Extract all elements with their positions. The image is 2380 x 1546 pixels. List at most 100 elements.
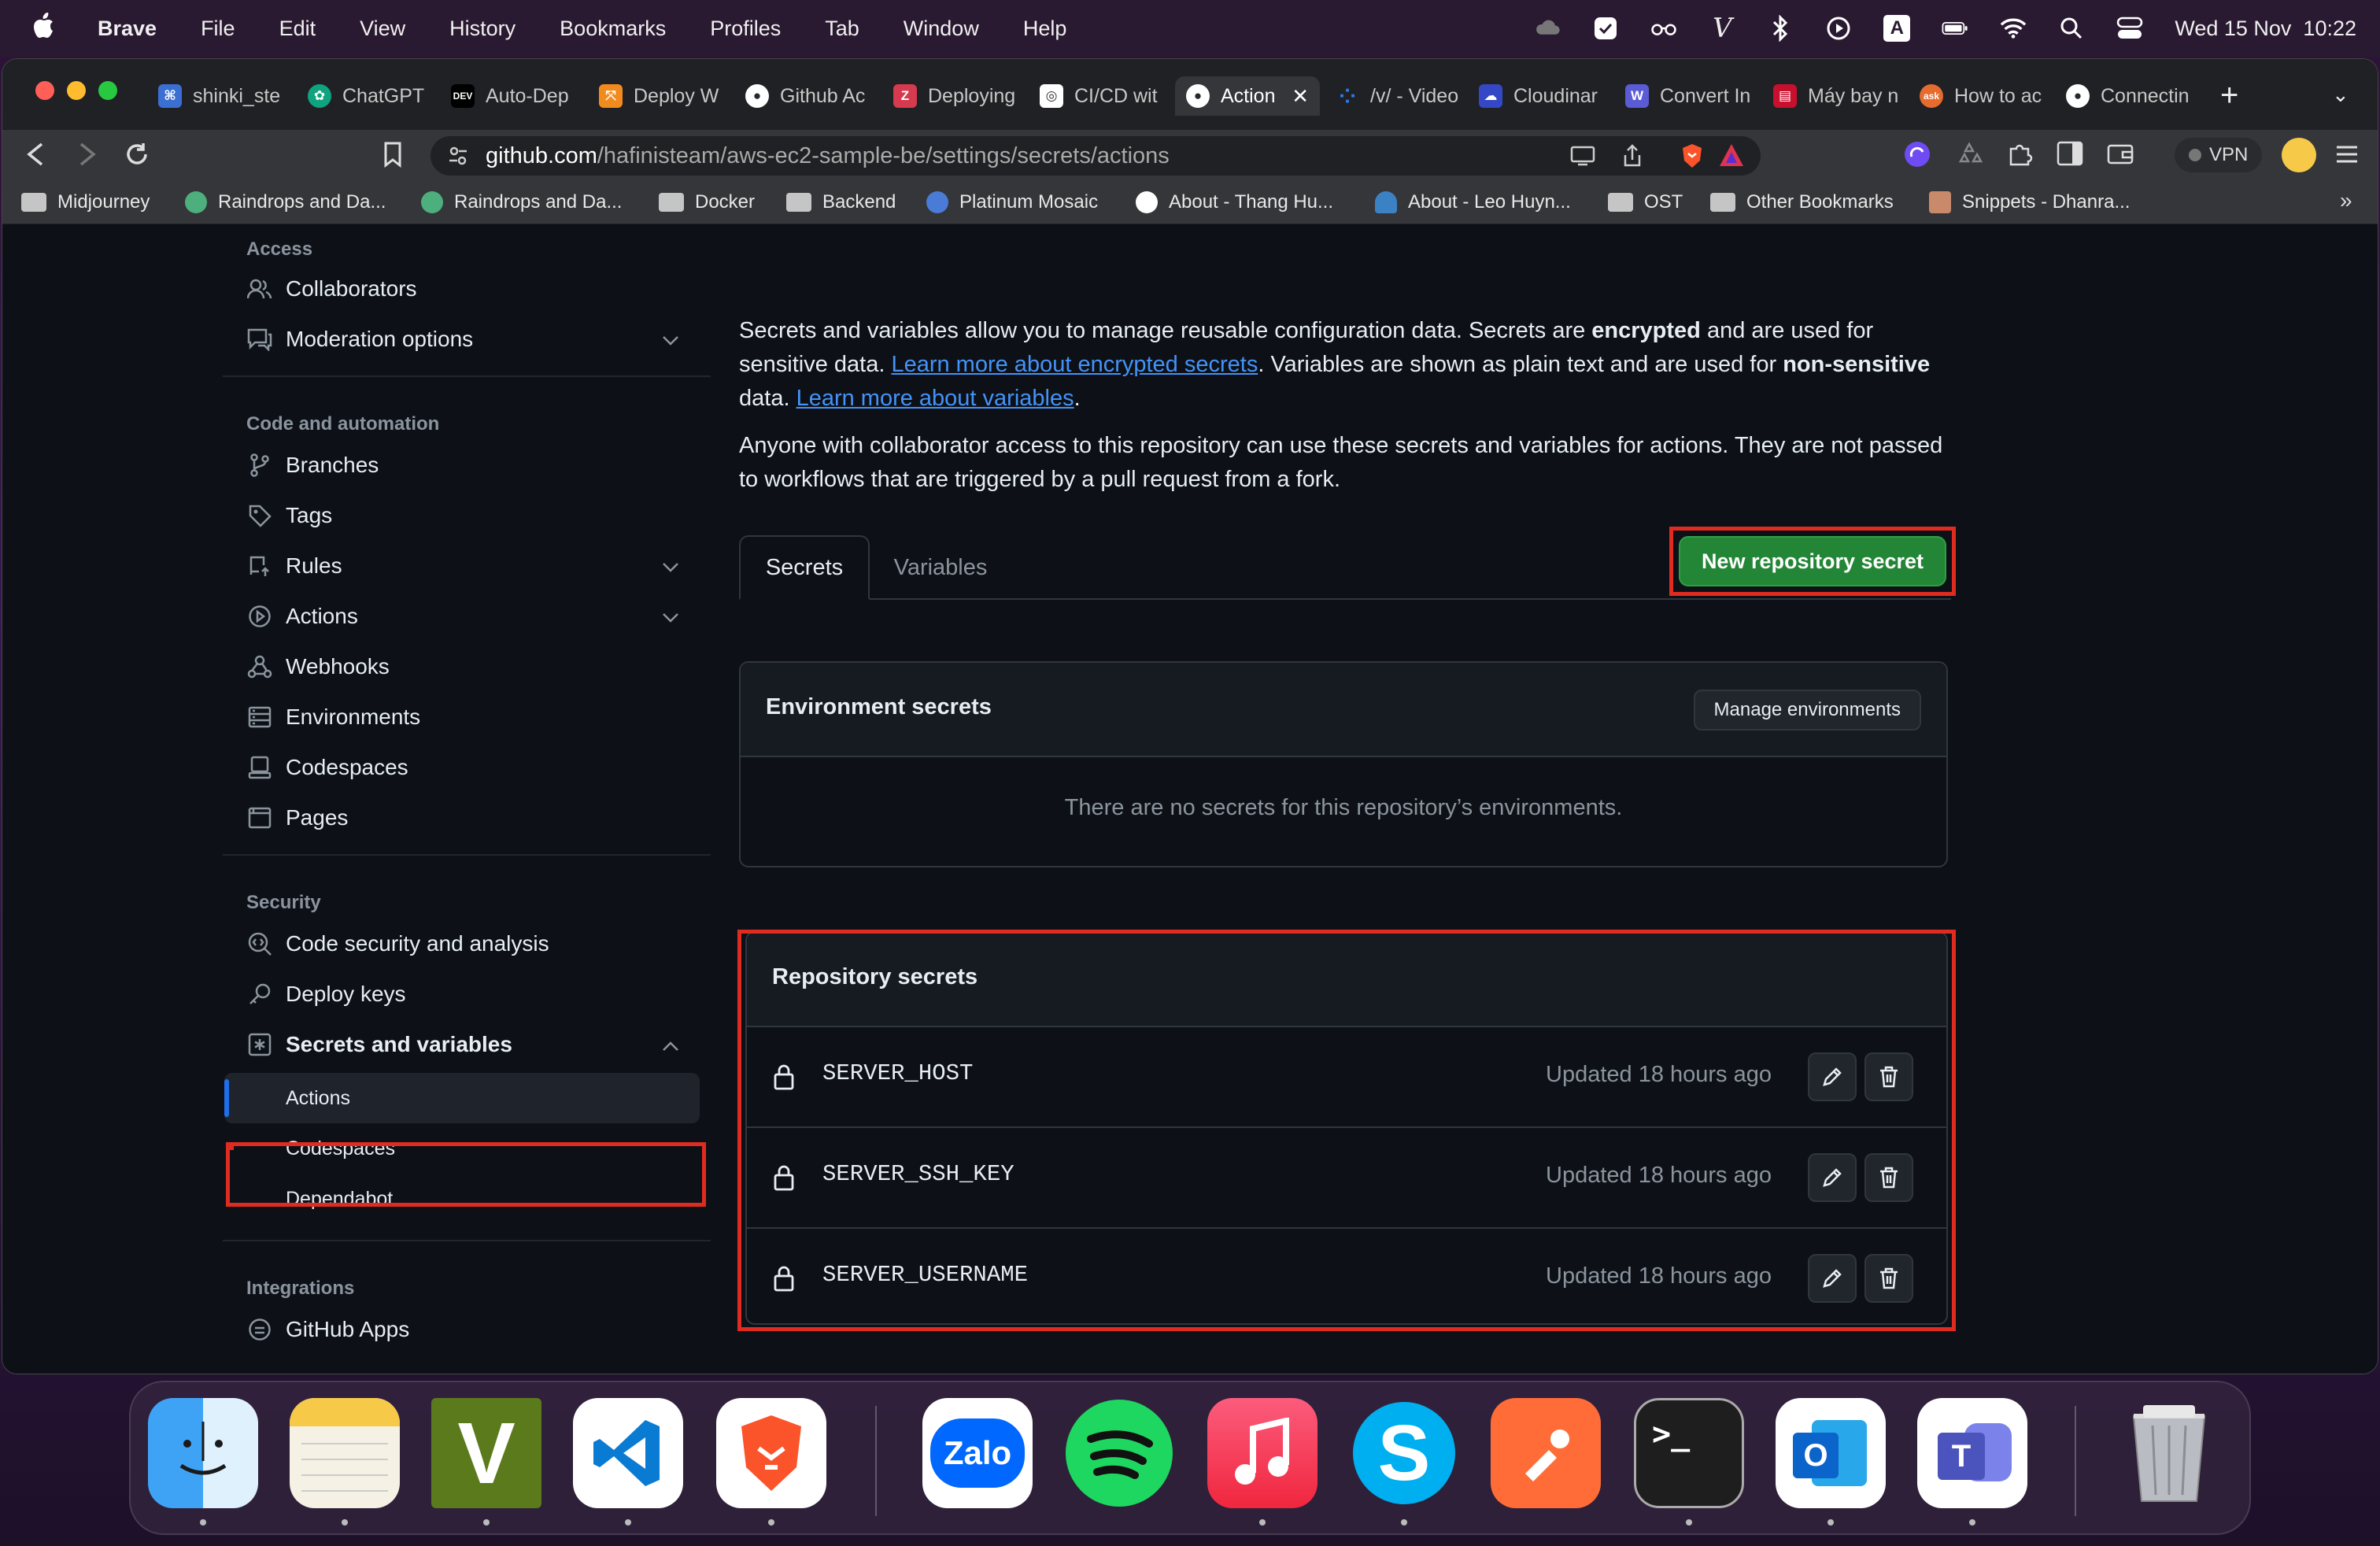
menu-history[interactable]: History: [449, 17, 516, 41]
control-center-icon[interactable]: [2116, 15, 2143, 42]
tab-variables[interactable]: Variables: [870, 535, 1011, 600]
minimize-window-button[interactable]: [67, 81, 86, 100]
site-settings-icon[interactable]: [448, 146, 468, 172]
back-icon[interactable]: [24, 141, 48, 172]
sidebar-item-secrets-and-variables[interactable]: Secrets and variables: [246, 1021, 703, 1068]
menu-help[interactable]: Help: [1023, 17, 1067, 41]
wifi-icon[interactable]: [2000, 15, 2027, 42]
close-window-button[interactable]: [35, 81, 54, 100]
learn-more-variables-link[interactable]: Learn more about variables: [796, 386, 1074, 411]
manage-environments-button[interactable]: Manage environments: [1693, 690, 1921, 730]
bookmark-item[interactable]: Platinum Mosaic: [926, 188, 1098, 216]
sidebar-item-moderation-options[interactable]: Moderation options: [246, 316, 703, 363]
tab-close-icon[interactable]: ✕: [1292, 84, 1309, 109]
sidebar-item-environments[interactable]: Environments: [246, 693, 703, 741]
input-source-icon[interactable]: A: [1883, 15, 1911, 42]
more-bookmarks-icon[interactable]: »: [2340, 188, 2352, 213]
bookmark-item[interactable]: Other Bookmarks: [1710, 188, 1894, 216]
menu-edit[interactable]: Edit: [279, 17, 316, 41]
checkbox-app-icon[interactable]: [1592, 15, 1619, 42]
browser-tab[interactable]: ⌘ shinki_ste: [158, 76, 290, 116]
vim-icon[interactable]: V: [431, 1398, 541, 1508]
sidebar-item-github-apps[interactable]: GitHub Apps: [246, 1306, 703, 1353]
menu-window[interactable]: Window: [904, 17, 979, 41]
profile-avatar[interactable]: [2282, 138, 2316, 172]
outlook-icon[interactable]: O: [1776, 1398, 1886, 1508]
cast-icon[interactable]: [1570, 146, 1595, 172]
vpn-button[interactable]: VPN: [2175, 138, 2263, 172]
v-app-icon[interactable]: V: [1709, 13, 1735, 44]
browser-tab[interactable]: ▤ Máy bay n: [1773, 76, 1905, 116]
menu-file[interactable]: File: [201, 17, 235, 41]
tab-secrets[interactable]: Secrets: [739, 535, 870, 600]
finder-icon[interactable]: [148, 1398, 258, 1508]
browser-tab[interactable]: ● Github Ac: [745, 76, 878, 116]
brave-rewards-icon[interactable]: [1718, 142, 1745, 174]
browser-tab[interactable]: ☁ Cloudinar: [1479, 76, 1611, 116]
bookmark-page-icon[interactable]: [383, 141, 402, 172]
sidebar-item-rules[interactable]: Rules: [246, 542, 703, 590]
sidebar-item-pages[interactable]: Pages: [246, 794, 703, 841]
bookmark-item[interactable]: Backend: [786, 188, 896, 216]
sidebar-item-codespaces[interactable]: Codespaces: [246, 744, 703, 791]
sidebar-item-actions[interactable]: Actions: [246, 593, 703, 640]
bookmark-item[interactable]: About - Leo Huyn...: [1375, 188, 1571, 216]
menu-app-name[interactable]: Brave: [98, 17, 157, 41]
sync-icon[interactable]: [1956, 141, 1983, 172]
sidebar-item-webhooks[interactable]: Webhooks: [246, 643, 703, 690]
browser-tab[interactable]: ask How to ac: [1920, 76, 2052, 116]
learn-more-secrets-link[interactable]: Learn more about encrypted secrets: [891, 352, 1258, 377]
bluetooth-icon[interactable]: [1767, 15, 1794, 42]
extensions-icon[interactable]: [2006, 141, 2033, 172]
notes-icon[interactable]: [290, 1398, 400, 1508]
spotlight-search-icon[interactable]: [2058, 15, 2085, 42]
share-icon[interactable]: [1622, 144, 1643, 174]
menu-bookmarks[interactable]: Bookmarks: [560, 17, 666, 41]
browser-tab[interactable]: Z Deploying: [893, 76, 1026, 116]
teams-icon[interactable]: T: [1917, 1398, 2027, 1508]
zoom-window-button[interactable]: [98, 81, 117, 100]
bookmark-item[interactable]: Midjourney: [21, 188, 150, 216]
bookmark-item[interactable]: Snippets - Dhanra...: [1929, 188, 2130, 216]
cloud-icon[interactable]: [1534, 15, 1561, 42]
sidebar-toggle-icon[interactable]: [2057, 141, 2083, 170]
browser-tab[interactable]: ✿ ChatGPT: [308, 76, 438, 116]
browser-tab[interactable]: ⤧ Deploy W: [599, 76, 731, 116]
browser-tab[interactable]: ● Connectin: [2066, 76, 2198, 116]
bookmark-item[interactable]: Raindrops and Da...: [421, 188, 622, 216]
music-icon[interactable]: [1207, 1398, 1318, 1508]
spotify-icon[interactable]: [1064, 1398, 1174, 1508]
apple-icon[interactable]: [31, 11, 55, 46]
bookmark-item[interactable]: OST: [1608, 188, 1683, 216]
battery-icon[interactable]: [1942, 15, 1968, 42]
new-tab-plus-icon[interactable]: +: [2220, 78, 2238, 113]
browser-tab[interactable]: W Convert In: [1625, 76, 1757, 116]
glasses-icon[interactable]: [1650, 15, 1677, 42]
bookmark-item[interactable]: About - Thang Hu...: [1136, 188, 1333, 216]
reload-icon[interactable]: [124, 141, 150, 172]
brave-icon[interactable]: [716, 1398, 826, 1508]
menubar-clock[interactable]: Wed 15 Nov 10:22: [2175, 17, 2356, 41]
sidebar-item-code-security[interactable]: Code security and analysis: [246, 920, 703, 967]
skype-icon[interactable]: S: [1349, 1398, 1459, 1508]
wallet-icon[interactable]: [2107, 141, 2134, 170]
vscode-icon[interactable]: [573, 1398, 683, 1508]
browser-tab[interactable]: ◎ CI/CD wit: [1040, 76, 1172, 116]
menu-tab[interactable]: Tab: [825, 17, 859, 41]
zalo-icon[interactable]: Zalo: [922, 1398, 1033, 1508]
bookmark-item[interactable]: Docker: [659, 188, 755, 216]
menu-view[interactable]: View: [360, 17, 405, 41]
hamburger-menu-icon[interactable]: [2335, 144, 2359, 168]
sidebar-item-branches[interactable]: Branches: [246, 442, 703, 489]
postman-icon[interactable]: [1491, 1398, 1601, 1508]
trash-icon[interactable]: [2114, 1398, 2224, 1508]
browser-tab[interactable]: ⁘ /v/ - Video: [1336, 76, 1468, 116]
leo-ai-icon[interactable]: [1902, 139, 1932, 173]
sidebar-item-deploy-keys[interactable]: Deploy keys: [246, 971, 703, 1018]
browser-tab-active[interactable]: ● Action ✕: [1175, 76, 1320, 116]
address-bar[interactable]: github.com/hafinisteam/aws-ec2-sample-be…: [431, 136, 1761, 176]
forward-icon[interactable]: [75, 141, 98, 172]
terminal-icon[interactable]: >_: [1634, 1398, 1744, 1508]
browser-tab[interactable]: DEV Auto-Dep: [451, 76, 583, 116]
brave-shields-icon[interactable]: [1680, 142, 1704, 176]
